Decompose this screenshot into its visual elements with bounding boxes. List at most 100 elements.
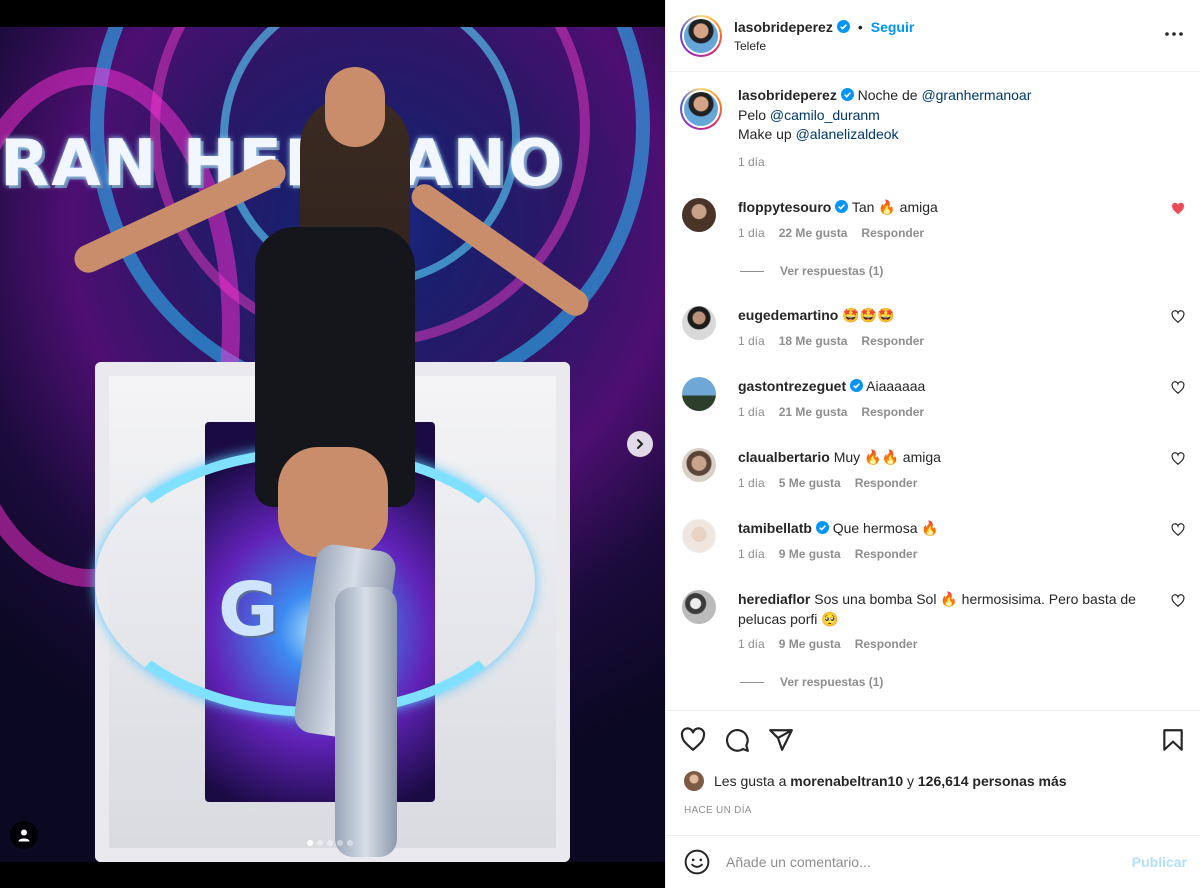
caption-text: Noche de [857,87,922,103]
view-replies: Ver respuestas (1) [740,675,883,689]
comment-item: herediaflor Sos una bomba Sol 🔥 hermosis… [682,590,1187,651]
comment-likes[interactable]: 21 Me gusta [779,405,848,419]
more-options-button[interactable] [1164,24,1184,47]
heart-outline-icon [1171,310,1185,324]
commenter-avatar[interactable] [682,519,716,553]
author-username[interactable]: lasobrideperez [734,19,833,35]
post-timestamp[interactable]: HACE UN DÍA [684,805,752,816]
figure-boot [335,587,397,857]
commenter-username[interactable]: tamibellatb [738,520,812,536]
caption-mention[interactable]: @alanelizaldeok [796,126,899,142]
figure-head [325,67,385,147]
carousel-next-button[interactable] [627,431,653,457]
like-button[interactable] [680,727,706,756]
verified-badge-icon [850,379,864,392]
carousel-dot [327,840,333,846]
caption-author-avatar[interactable] [680,88,722,130]
commenter-avatar[interactable] [682,198,716,232]
view-replies-button[interactable]: Ver respuestas (1) [780,675,883,689]
follow-button[interactable]: Seguir [871,19,915,35]
author-avatar[interactable] [680,14,722,57]
save-button[interactable] [1160,727,1186,756]
carousel-indicator [307,840,353,846]
comment-text: Tan 🔥 amiga [851,199,938,215]
commenter-username[interactable]: floppytesouro [738,199,831,215]
comment-item: eugedemartino 🤩🤩🤩 1 día 18 Me gusta Respon… [682,306,1187,348]
commenter-avatar[interactable] [682,590,716,624]
paper-plane-icon [769,729,793,751]
reply-button[interactable]: Responder [855,637,918,651]
comment-item: gastontrezeguet Aiaaaaaa 1 día 21 Me gust… [682,377,1187,419]
caption: lasobrideperez Noche de @granhermanoar P… [680,86,1187,169]
comment-likes[interactable]: 22 Me gusta [779,226,848,240]
comment-text: Aiaaaaaa [866,378,926,394]
verified-badge-icon [835,200,849,213]
comment-like-button[interactable] [1171,452,1185,469]
carousel-dot [317,840,323,846]
caption-mention[interactable]: @granhermanoar [921,87,1031,103]
share-button[interactable] [768,727,794,756]
commenter-avatar[interactable] [682,448,716,482]
replies-line [740,270,764,272]
caption-text: Make up [738,126,796,142]
comment-likes[interactable]: 9 Me gusta [779,547,841,561]
caption-time: 1 día [738,154,765,169]
caption-mention[interactable]: @camilo_duranm [770,107,880,123]
comment-time: 1 día [738,637,765,651]
reply-button[interactable]: Responder [855,547,918,561]
comment-like-button[interactable] [1171,381,1185,398]
figure-legs [278,447,388,557]
smiley-icon [684,849,710,875]
post-location[interactable]: Telefe [734,39,914,53]
commenter-username[interactable]: gastontrezeguet [738,378,846,394]
comment-text: Que hermosa 🔥 [832,520,939,536]
likes-count[interactable]: 126,614 personas más [918,773,1067,789]
heart-outline-icon [1171,381,1185,395]
reply-button[interactable]: Responder [861,226,924,240]
comment-like-button[interactable] [1171,594,1185,611]
tagged-users-button[interactable] [10,821,38,849]
comment-like-button[interactable] [1171,523,1185,540]
commenter-username[interactable]: herediaflor [738,591,810,607]
commenter-avatar[interactable] [682,306,716,340]
comment-likes[interactable]: 5 Me gusta [779,476,841,490]
carousel-dot [307,840,313,846]
comment-likes[interactable]: 9 Me gusta [779,637,841,651]
reply-button[interactable]: Responder [861,405,924,419]
heart-filled-icon [1172,202,1184,215]
comment-time: 1 día [738,404,765,419]
comment-like-button[interactable] [1171,310,1185,327]
view-replies-button[interactable]: Ver respuestas (1) [780,264,883,278]
heart-outline-icon [1171,523,1185,537]
replies-line [740,681,764,683]
likes-mid: y [907,773,914,789]
bookmark-icon [1163,729,1183,751]
caption-username[interactable]: lasobrideperez [738,87,837,103]
publish-button[interactable]: Publicar [1132,854,1187,870]
verified-badge-icon [815,521,829,534]
caption-text: Pelo [738,106,770,123]
comment-input[interactable] [726,854,1132,870]
more-options-icon [1165,32,1183,36]
comment-like-button[interactable] [1171,202,1185,219]
commenter-username[interactable]: eugedemartino [738,307,838,323]
comment-time: 1 día [738,225,765,240]
heart-icon [680,727,706,751]
commenter-avatar[interactable] [682,377,716,411]
commenter-username[interactable]: claualbertario [738,449,830,465]
carousel-dot [337,840,343,846]
reply-button[interactable]: Responder [861,334,924,348]
comment-item: claualbertario Muy 🔥🔥 amiga 1 día 5 Me gu… [682,448,1187,490]
liker-username[interactable]: morenabeltran10 [790,773,903,789]
emoji-button[interactable] [684,849,710,875]
heart-outline-icon [1171,452,1185,466]
post-photo: RAN HERMANO G [0,27,665,862]
comment-likes[interactable]: 18 Me gusta [779,334,848,348]
comment-button[interactable] [724,727,750,756]
header-separator: • [857,18,863,35]
post-media: RAN HERMANO G [0,0,665,888]
carousel-dot [347,840,353,846]
comment-text: 🤩🤩🤩 [842,307,895,323]
reply-button[interactable]: Responder [855,476,918,490]
liker-avatar[interactable] [684,771,704,791]
